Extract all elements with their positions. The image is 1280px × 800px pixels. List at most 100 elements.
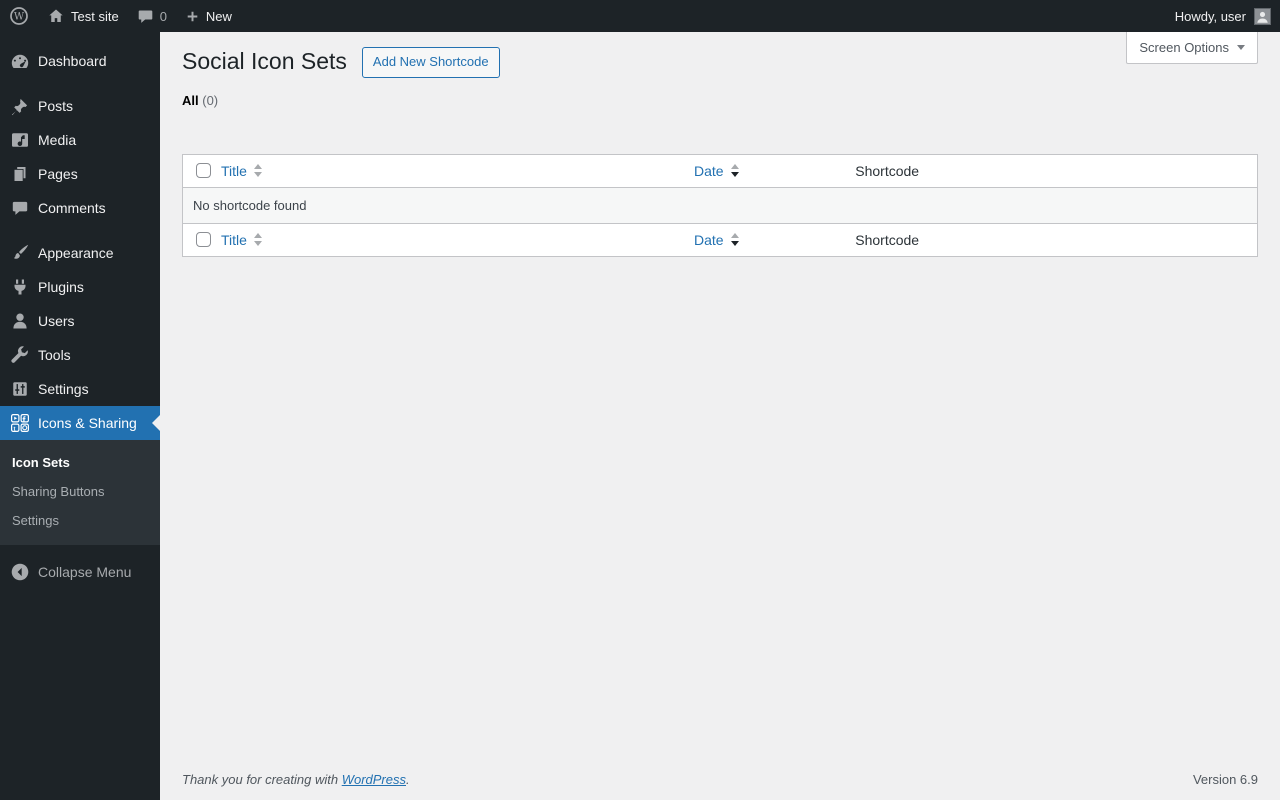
comments-menu[interactable]: 0: [128, 0, 176, 32]
posts-icon: [10, 96, 30, 116]
avatar: [1254, 7, 1271, 25]
select-all-cell: [182, 154, 211, 188]
site-name-label: Test site: [71, 8, 119, 24]
column-date: Date: [684, 222, 846, 257]
collapse-menu-button[interactable]: Collapse Menu: [0, 555, 160, 589]
comment-count: 0: [159, 8, 167, 24]
wordpress-logo-menu[interactable]: W: [0, 0, 38, 32]
sort-icons: [730, 164, 739, 178]
sidebar-item-comments[interactable]: Comments: [0, 191, 160, 225]
menu-separator: [0, 225, 160, 236]
table-header: Title Date Shortcode: [182, 154, 1258, 188]
column-date-label: Date: [694, 162, 724, 179]
admin-footer: Thank you for creating with WordPress. V…: [182, 772, 1258, 787]
shortcodes-table: Title Date Shortcode No shortcode found …: [182, 153, 1258, 257]
footer-thanks: Thank you for creating with WordPress.: [182, 772, 410, 787]
screen-options-tab[interactable]: Screen Options: [1126, 32, 1258, 64]
sort-icons: [253, 233, 262, 247]
column-title: Title: [211, 222, 684, 257]
table-row: No shortcode found: [182, 187, 1258, 224]
sidebar-item-tools[interactable]: Tools: [0, 338, 160, 372]
wordpress-link[interactable]: WordPress: [342, 772, 406, 787]
sort-by-date-link[interactable]: Date: [694, 232, 739, 248]
sidebar-item-label: Tools: [38, 347, 71, 363]
sort-by-date-link[interactable]: Date: [694, 163, 739, 179]
column-shortcode: Shortcode: [845, 222, 1258, 257]
my-account-menu[interactable]: Howdy, user: [1166, 0, 1280, 32]
submenu-item-sharing-buttons[interactable]: Sharing Buttons: [0, 477, 160, 506]
svg-text:t: t: [14, 426, 16, 432]
sort-icons: [730, 233, 739, 247]
tools-icon: [10, 345, 30, 365]
wordpress-logo-icon: W: [9, 6, 29, 26]
sidebar-item-label: Media: [38, 132, 77, 148]
sidebar-item-label: Posts: [38, 98, 74, 114]
svg-text:W: W: [14, 12, 25, 23]
admin-bar-left: W Test site 0 New: [0, 0, 241, 32]
users-icon: [10, 311, 30, 331]
sidebar-item-dashboard[interactable]: Dashboard: [0, 44, 160, 78]
pages-icon: [10, 164, 30, 184]
screen-options-label: Screen Options: [1139, 40, 1229, 55]
title-row: Social Icon Sets Add New Shortcode: [182, 47, 1258, 78]
admin-bar-right: Howdy, user: [1166, 0, 1280, 32]
column-title: Title: [211, 154, 684, 188]
footer-thanks-period: .: [406, 772, 410, 787]
footer-version: Version 6.9: [1192, 772, 1258, 787]
content-area: Screen Options Social Icon Sets Add New …: [160, 32, 1280, 800]
sidebar-item-label: Icons & Sharing: [38, 415, 137, 431]
sidebar-item-label: Users: [38, 313, 75, 329]
empty-message: No shortcode found: [182, 187, 1258, 224]
site-name-menu[interactable]: Test site: [38, 0, 128, 32]
new-content-menu[interactable]: New: [176, 0, 241, 32]
sidebar-item-label: Plugins: [38, 279, 84, 295]
howdy-text: Howdy, user: [1174, 8, 1246, 24]
appearance-icon: [10, 243, 30, 263]
column-date-label: Date: [694, 231, 724, 248]
table-footer: Title Date Shortcode: [182, 222, 1258, 257]
filter-all-link[interactable]: All: [182, 93, 199, 108]
collapse-arrow-icon: [10, 562, 30, 582]
sidebar-item-plugins[interactable]: Plugins: [0, 270, 160, 304]
comments-icon: [10, 198, 30, 218]
filter-links: All (0): [182, 93, 1258, 108]
submenu-item-icon-sets[interactable]: Icon Sets: [0, 448, 160, 477]
sidebar-item-icons-sharing[interactable]: t Icons & Sharing: [0, 406, 160, 440]
sidebar-item-pages[interactable]: Pages: [0, 157, 160, 191]
page-title: Social Icon Sets: [182, 48, 347, 75]
add-new-shortcode-button[interactable]: Add New Shortcode: [361, 47, 500, 78]
footer-thanks-text: Thank you for creating with: [182, 772, 342, 787]
column-shortcode-label: Shortcode: [855, 231, 920, 248]
select-all-cell: [182, 222, 211, 257]
collapse-menu-label: Collapse Menu: [38, 564, 132, 580]
sort-by-title-link[interactable]: Title: [221, 232, 262, 248]
sidebar-item-users[interactable]: Users: [0, 304, 160, 338]
chevron-down-icon: [1237, 45, 1245, 50]
home-icon: [47, 7, 65, 25]
sidebar-item-settings[interactable]: Settings: [0, 372, 160, 406]
column-shortcode: Shortcode: [845, 154, 1258, 188]
column-shortcode-label: Shortcode: [855, 162, 920, 179]
sort-icons: [253, 164, 262, 178]
sidebar-item-label: Comments: [38, 200, 106, 216]
select-all-checkbox[interactable]: [196, 163, 211, 179]
submenu-item-settings[interactable]: Settings: [0, 506, 160, 535]
select-all-checkbox-bottom[interactable]: [196, 232, 211, 248]
settings-icon: [10, 379, 30, 399]
sidebar-item-label: Settings: [38, 381, 89, 397]
icons-sharing-icon: t: [10, 413, 30, 433]
sort-by-title-link[interactable]: Title: [221, 163, 262, 179]
sidebar-item-label: Pages: [38, 166, 78, 182]
sidebar-item-media[interactable]: Media: [0, 123, 160, 157]
sidebar-item-posts[interactable]: Posts: [0, 89, 160, 123]
media-icon: [10, 130, 30, 150]
page-wrap: Social Icon Sets Add New Shortcode All (…: [160, 32, 1280, 257]
sidebar-item-appearance[interactable]: Appearance: [0, 236, 160, 270]
column-title-label: Title: [221, 231, 247, 248]
menu-separator: [0, 78, 160, 89]
icons-sharing-submenu: Icon Sets Sharing Buttons Settings: [0, 440, 160, 545]
new-label: New: [205, 8, 232, 24]
filter-all-count: (0): [202, 92, 219, 108]
sidebar-item-label: Appearance: [38, 245, 114, 261]
plus-icon: [185, 9, 200, 24]
